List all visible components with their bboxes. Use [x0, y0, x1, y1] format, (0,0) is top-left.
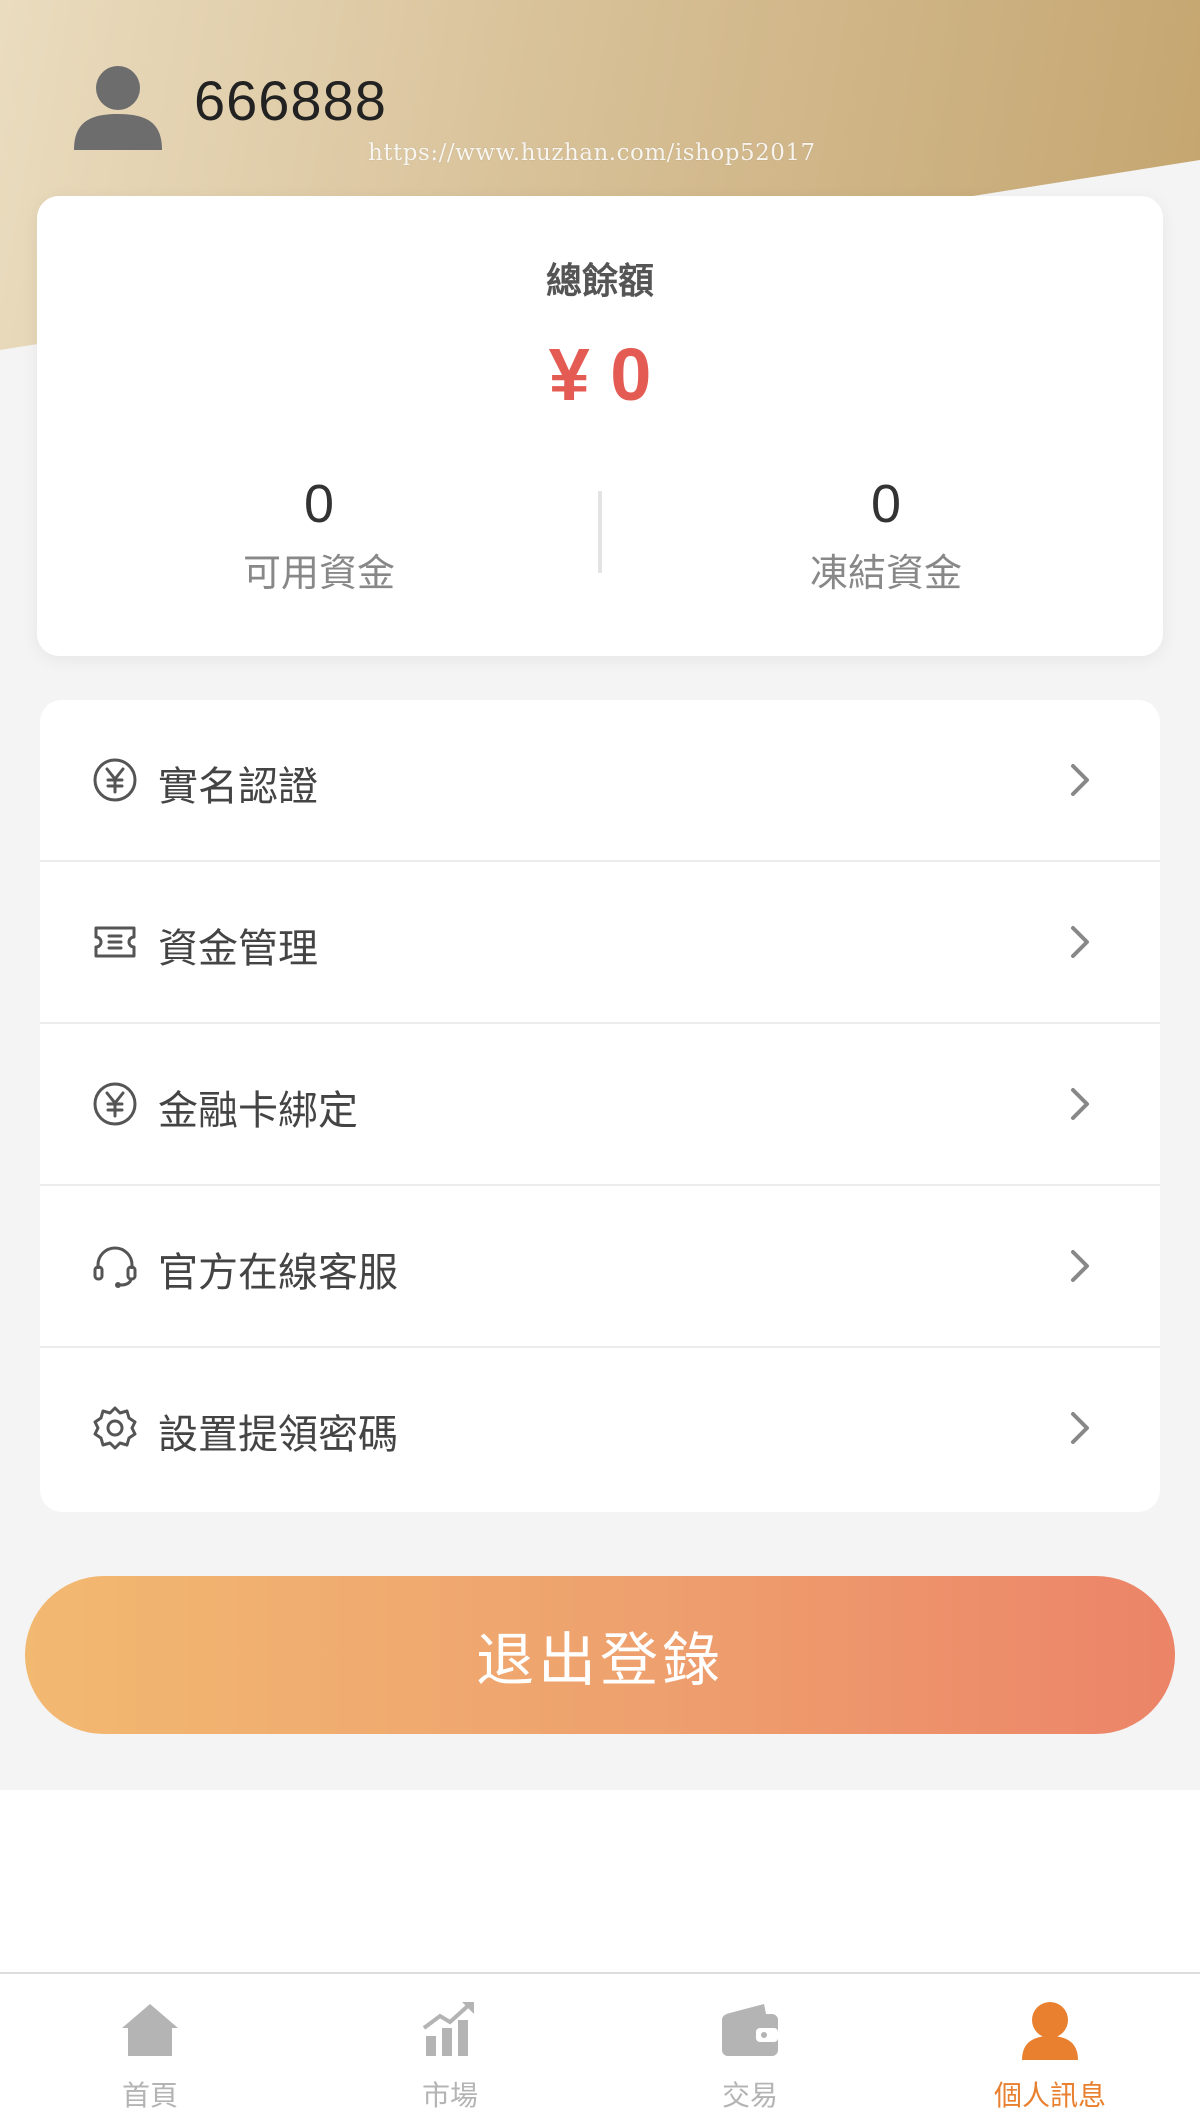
- chevron-right-icon: [1071, 926, 1089, 958]
- chevron-right-icon: [1071, 1412, 1089, 1444]
- balance-card: 總餘額 ¥ 0 0 可用資金 0 凍結資金: [37, 196, 1163, 656]
- chevron-right-icon: [1071, 764, 1089, 796]
- menu-item-fund-management[interactable]: 資金管理: [40, 862, 1160, 1024]
- menu-list: 實名認證 資金管理 金融卡綁定 官方在線客服 設置提領密碼: [40, 700, 1160, 1512]
- balance-amount: ¥ 0: [548, 333, 652, 416]
- watermark-text: https://www.huzhan.com/ishop52017: [368, 140, 816, 166]
- menu-item-real-name-verification[interactable]: 實名認證: [40, 700, 1160, 862]
- balance-title: 總餘額: [545, 261, 654, 302]
- menu-item-label: 官方在線客服: [158, 1250, 398, 1296]
- tab-label: 個人訊息: [993, 2079, 1106, 2112]
- headset-icon: [93, 1246, 137, 1288]
- menu-item-label: 資金管理: [158, 926, 318, 972]
- frozen-funds-label: 凍結資金: [809, 551, 962, 595]
- ticket-icon: [94, 926, 136, 958]
- chevron-right-icon: [1071, 1088, 1089, 1120]
- yuan-circle-icon: [93, 1082, 137, 1126]
- menu-item-customer-service[interactable]: 官方在線客服: [40, 1186, 1160, 1348]
- user-icon: [1022, 2002, 1078, 2060]
- chevron-right-icon: [1071, 1250, 1089, 1282]
- tab-profile[interactable]: 個人訊息: [900, 1974, 1200, 2126]
- yuan-circle-icon: [93, 758, 137, 802]
- tab-market[interactable]: 市場: [300, 1974, 600, 2126]
- home-icon: [122, 2004, 178, 2056]
- chart-icon: [422, 2002, 474, 2056]
- available-funds-label: 可用資金: [242, 551, 395, 595]
- wallet-icon: [722, 2004, 778, 2056]
- menu-item-withdrawal-password[interactable]: 設置提領密碼: [40, 1348, 1160, 1510]
- available-funds: 0 可用資金: [119, 474, 519, 597]
- stat-divider: [598, 491, 602, 573]
- frozen-funds: 0 凍結資金: [686, 474, 1086, 597]
- avatar-icon[interactable]: [70, 58, 166, 154]
- tab-label: 首頁: [121, 2079, 178, 2112]
- menu-item-label: 實名認證: [158, 764, 318, 810]
- menu-item-bank-card-binding[interactable]: 金融卡綁定: [40, 1024, 1160, 1186]
- menu-item-label: 金融卡綁定: [158, 1088, 358, 1134]
- tab-trade[interactable]: 交易: [600, 1974, 900, 2126]
- tab-label: 交易: [721, 2079, 778, 2112]
- menu-item-label: 設置提領密碼: [158, 1412, 398, 1458]
- gear-icon: [93, 1406, 137, 1450]
- frozen-funds-value: 0: [870, 474, 902, 534]
- username: 666888: [194, 69, 387, 132]
- available-funds-value: 0: [303, 474, 335, 534]
- tab-home[interactable]: 首頁: [0, 1974, 300, 2126]
- logout-button[interactable]: 退出登錄: [25, 1576, 1175, 1734]
- bottom-tab-bar: 首頁 市場 交易 個人訊息: [0, 1972, 1200, 2126]
- tab-label: 市場: [421, 2079, 478, 2112]
